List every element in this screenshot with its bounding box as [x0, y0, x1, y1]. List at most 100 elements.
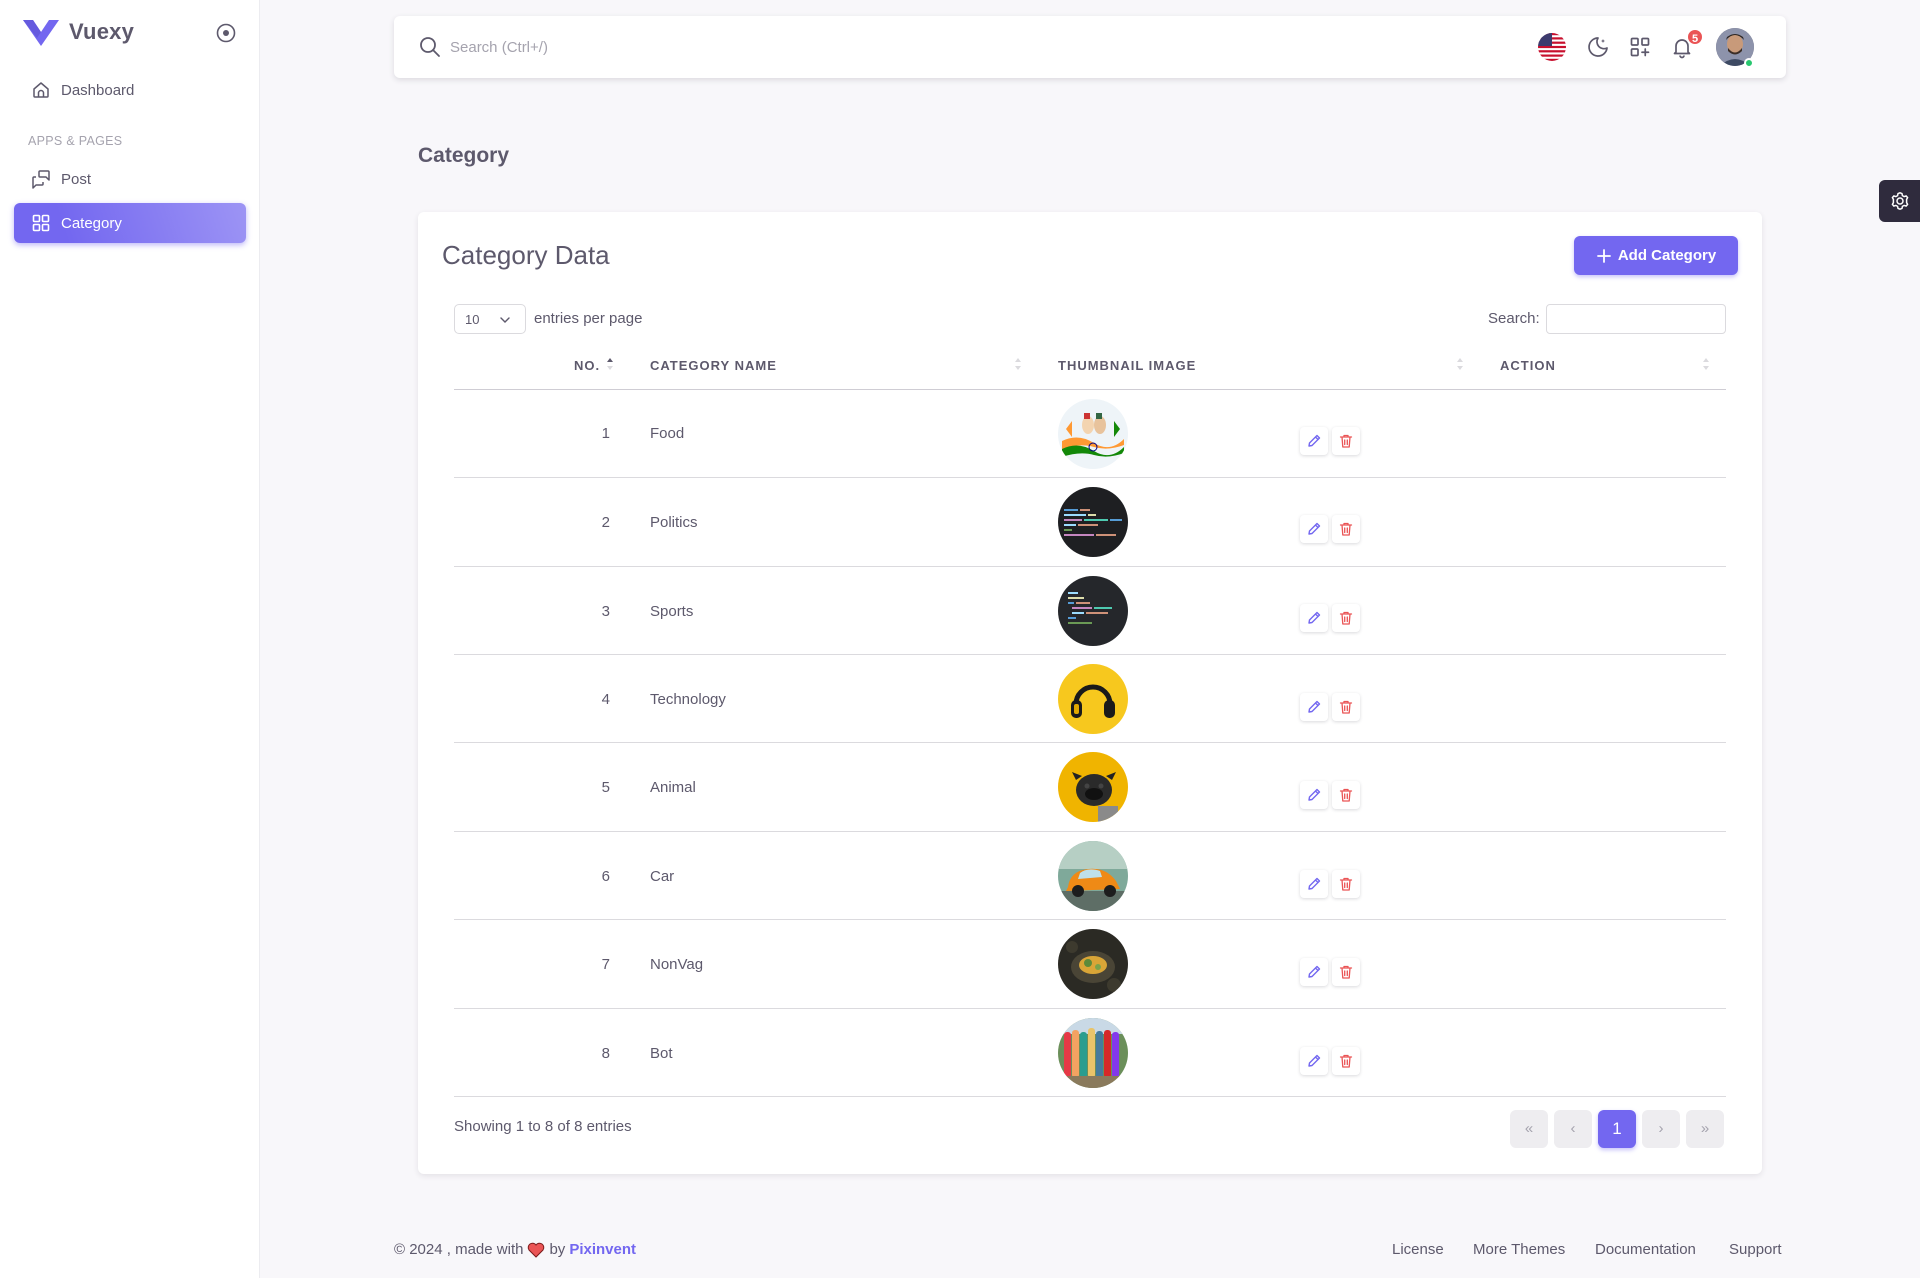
column-header-thumbnail[interactable]: THUMBNAIL IMAGE	[1058, 358, 1196, 373]
pagination-next[interactable]: ›	[1642, 1110, 1680, 1148]
add-category-button[interactable]: Add Category	[1574, 236, 1738, 275]
footer-link-license[interactable]: License	[1392, 1241, 1444, 1258]
sort-asc-icon[interactable]	[606, 356, 614, 372]
trash-icon	[1339, 434, 1353, 448]
row-number: 1	[601, 425, 610, 442]
row-divider	[454, 654, 1726, 655]
delete-button[interactable]	[1332, 870, 1360, 898]
brand[interactable]: Vuexy	[23, 18, 134, 46]
sidebar-item-post[interactable]: Post	[14, 159, 246, 199]
sidebar-toggle-icon[interactable]	[215, 22, 237, 44]
copyright-text: © 2024 , made with	[394, 1241, 524, 1258]
trash-icon	[1339, 877, 1353, 891]
trash-icon	[1339, 1054, 1353, 1068]
row-divider	[454, 1008, 1726, 1009]
sidebar-item-label: Dashboard	[61, 81, 135, 99]
column-header-action[interactable]: ACTION	[1500, 358, 1556, 373]
thumbnail-image	[1058, 399, 1128, 469]
pagination-prev[interactable]: ‹	[1554, 1110, 1592, 1148]
pencil-icon	[1308, 434, 1321, 447]
delete-button[interactable]	[1332, 781, 1360, 809]
theme-customizer-button[interactable]	[1879, 180, 1920, 222]
row-number: 6	[601, 868, 610, 885]
thumbnail-image	[1058, 664, 1128, 734]
table-search-input[interactable]	[1546, 304, 1726, 334]
column-header-category-name[interactable]: CATEGORY NAME	[650, 358, 777, 373]
pencil-icon	[1308, 1054, 1321, 1067]
edit-button[interactable]	[1300, 515, 1328, 543]
sort-icon[interactable]	[1702, 356, 1710, 372]
row-divider	[454, 477, 1726, 478]
entries-per-page-select[interactable]: 10	[454, 304, 526, 334]
edit-button[interactable]	[1300, 958, 1328, 986]
footer-link-more-themes[interactable]: More Themes	[1473, 1241, 1565, 1258]
search-input[interactable]	[450, 34, 1050, 60]
sidebar: Vuexy Dashboard APPS & PAGES Post Catego…	[0, 0, 260, 1278]
apps-icon[interactable]	[1628, 35, 1652, 59]
pencil-icon	[1308, 788, 1321, 801]
footer-link-support[interactable]: Support	[1729, 1241, 1782, 1258]
thumbnail-image	[1058, 929, 1128, 999]
footer-link-documentation[interactable]: Documentation	[1595, 1241, 1696, 1258]
home-icon	[33, 82, 49, 98]
delete-button[interactable]	[1332, 604, 1360, 632]
add-category-label: Add Category	[1617, 247, 1717, 264]
pixinvent-link[interactable]: Pixinvent	[569, 1241, 636, 1258]
online-status-dot	[1744, 58, 1754, 68]
row-number: 8	[601, 1045, 610, 1062]
menu-section-header: APPS & PAGES	[28, 134, 123, 148]
sort-icon[interactable]	[1456, 356, 1464, 372]
row-divider	[454, 566, 1726, 567]
delete-button[interactable]	[1332, 427, 1360, 455]
edit-button[interactable]	[1300, 693, 1328, 721]
column-header-no[interactable]: NO.	[574, 358, 600, 373]
search-icon[interactable]	[418, 35, 442, 59]
edit-button[interactable]	[1300, 870, 1328, 898]
category-name: Bot	[650, 1045, 673, 1062]
thumbnail-image	[1058, 1018, 1128, 1088]
category-name: Animal	[650, 779, 696, 796]
us-flag-icon[interactable]	[1538, 33, 1566, 61]
table-info: Showing 1 to 8 of 8 entries	[454, 1118, 632, 1135]
heart-icon	[528, 1242, 545, 1258]
delete-button[interactable]	[1332, 693, 1360, 721]
sidebar-item-category[interactable]: Category	[14, 203, 246, 243]
pagination-last[interactable]: »	[1686, 1110, 1724, 1148]
thumbnail-image	[1058, 487, 1128, 557]
pagination-page-1[interactable]: 1	[1598, 1110, 1636, 1148]
pencil-icon	[1308, 965, 1321, 978]
moon-icon[interactable]	[1586, 35, 1610, 59]
footer-copyright: © 2024 , made with by Pixinvent	[394, 1241, 636, 1258]
category-name: Food	[650, 425, 685, 442]
sidebar-item-dashboard[interactable]: Dashboard	[14, 70, 246, 110]
row-divider	[454, 742, 1726, 743]
grid-icon	[32, 214, 50, 232]
edit-button[interactable]	[1300, 781, 1328, 809]
edit-button[interactable]	[1300, 604, 1328, 632]
edit-button[interactable]	[1300, 1047, 1328, 1075]
category-data-card: Category Data Add Category 10 entries pe…	[418, 212, 1762, 1174]
pencil-icon	[1308, 700, 1321, 713]
delete-button[interactable]	[1332, 1047, 1360, 1075]
top-navbar: 5	[394, 16, 1786, 78]
row-number: 5	[601, 779, 610, 796]
delete-button[interactable]	[1332, 958, 1360, 986]
delete-button[interactable]	[1332, 515, 1360, 543]
pagination-first[interactable]: «	[1510, 1110, 1548, 1148]
row-number: 3	[601, 603, 610, 620]
chevron-down-icon	[500, 317, 510, 323]
row-number: 7	[601, 956, 610, 973]
trash-icon	[1339, 522, 1353, 536]
notification-count-badge: 5	[1686, 28, 1704, 46]
edit-button[interactable]	[1300, 427, 1328, 455]
sidebar-item-label: Category	[61, 214, 122, 232]
card-title: Category Data	[442, 240, 610, 270]
trash-icon	[1339, 700, 1353, 714]
plus-icon	[1596, 248, 1611, 263]
settings-gear-icon	[1891, 192, 1908, 210]
brand-name: Vuexy	[69, 19, 135, 44]
thumbnail-image	[1058, 752, 1128, 822]
row-number: 2	[601, 514, 610, 531]
sort-icon[interactable]	[1014, 356, 1022, 372]
table-header-divider	[454, 389, 1726, 390]
